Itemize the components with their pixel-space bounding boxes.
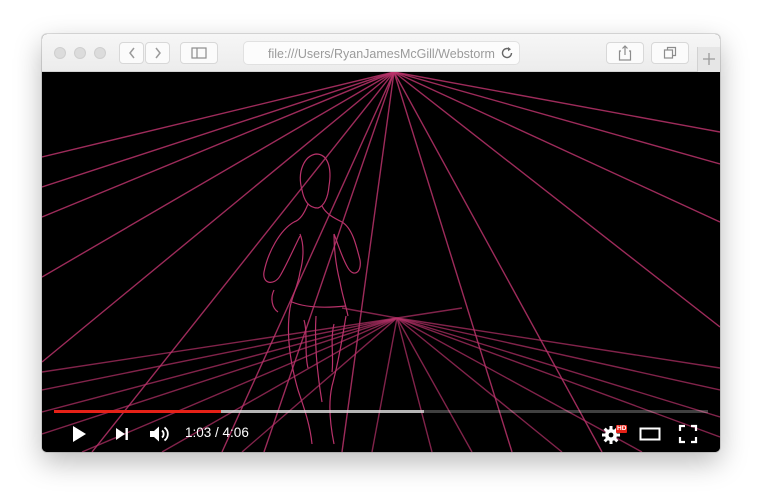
laser-beam [42, 72, 395, 363]
reload-icon[interactable] [500, 46, 514, 60]
next-icon [116, 428, 128, 440]
hd-badge: HD [616, 425, 628, 433]
laser-beam [393, 72, 513, 452]
new-tab-button[interactable] [697, 47, 720, 72]
laser-beam [42, 72, 395, 278]
share-icon [618, 45, 632, 61]
current-time: 1:03 [185, 425, 212, 440]
laser-beam [263, 72, 395, 452]
laser-beam [396, 307, 463, 319]
sidebar-icon [191, 47, 207, 59]
laser-beam [393, 72, 720, 165]
plus-icon [703, 53, 715, 65]
time-separator: / [211, 425, 223, 440]
laser-beam [42, 317, 398, 435]
url-text: file:///Users/RyanJamesMcGill/Webstorm [268, 47, 495, 61]
browser-toolbar: file:///Users/RyanJamesMcGill/Webstorm [42, 34, 720, 72]
volume-icon [150, 426, 169, 442]
play-button[interactable] [68, 422, 90, 446]
tab-overview-button[interactable] [651, 42, 689, 64]
forward-button[interactable] [145, 42, 170, 64]
played-bar [54, 410, 222, 413]
laser-beam [396, 317, 563, 452]
back-icon [128, 47, 135, 59]
laser-beam [341, 307, 398, 319]
address-bar[interactable]: file:///Users/RyanJamesMcGill/Webstorm [243, 41, 520, 65]
video-player[interactable]: 1:03 / 4:06 HD [42, 72, 720, 452]
laser-beam [42, 72, 395, 188]
share-button[interactable] [606, 42, 644, 64]
browser-window: file:///Users/RyanJamesMcGill/Webstorm 1… [42, 34, 720, 452]
laser-beam [396, 317, 720, 418]
laser-beam [396, 317, 720, 438]
fullscreen-button[interactable] [676, 422, 700, 446]
minimize-window-button[interactable] [74, 47, 86, 59]
fullscreen-icon [678, 424, 698, 444]
laser-beam [396, 317, 433, 452]
laser-beam [396, 317, 720, 369]
tabs-icon [663, 46, 677, 59]
video-frame [42, 72, 720, 452]
volume-button[interactable] [148, 422, 172, 446]
close-window-button[interactable] [54, 47, 66, 59]
forward-icon [154, 47, 161, 59]
dancer-outline [263, 153, 361, 445]
progress-bar[interactable] [54, 410, 708, 413]
time-display: 1:03 / 4:06 [185, 425, 249, 440]
theater-mode-icon [639, 427, 661, 441]
next-button[interactable] [112, 422, 132, 446]
back-button[interactable] [119, 42, 144, 64]
laser-beam [371, 317, 398, 452]
play-icon [73, 426, 86, 442]
zoom-window-button[interactable] [94, 47, 106, 59]
sidebar-button[interactable] [180, 42, 218, 64]
laser-beam [393, 72, 603, 452]
laser-beam [393, 72, 720, 133]
duration: 4:06 [222, 425, 249, 440]
laser-beam [396, 317, 720, 391]
theater-mode-button[interactable] [638, 422, 662, 446]
laser-beam [91, 72, 395, 452]
